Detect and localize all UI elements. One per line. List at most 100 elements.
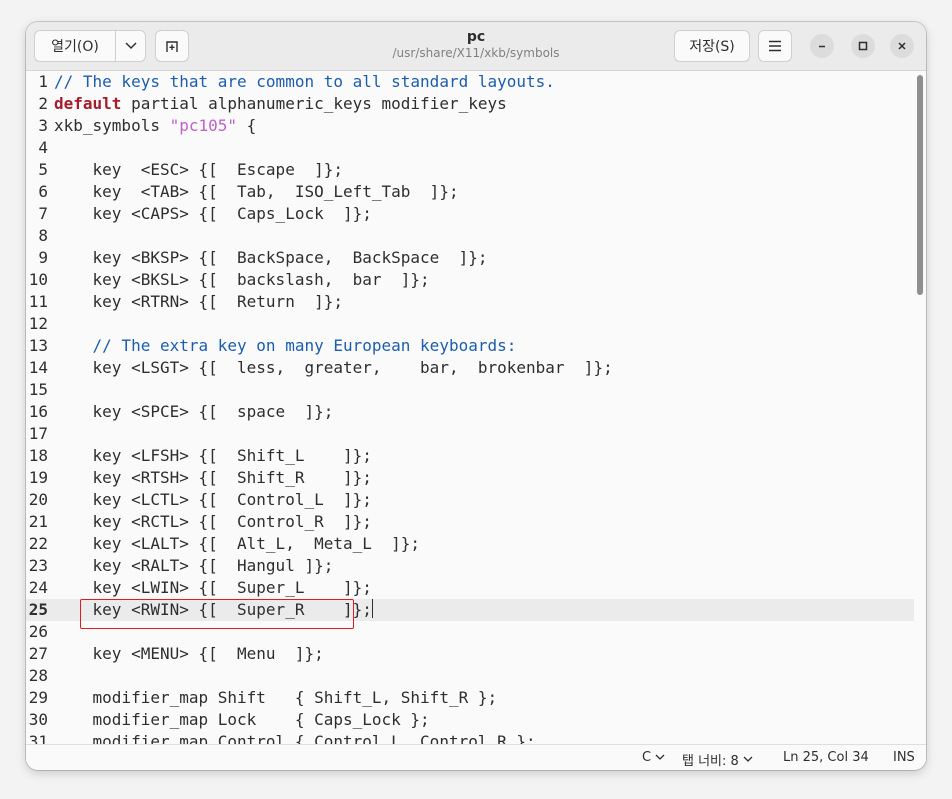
line-number: 31 <box>28 732 48 744</box>
open-button[interactable]: 열기(O) <box>35 31 116 61</box>
line-number: 2 <box>38 94 48 113</box>
language-label: C <box>642 750 652 765</box>
line-number: 13 <box>28 336 48 355</box>
line-number: 3 <box>38 116 48 135</box>
hamburger-menu-icon <box>769 40 781 52</box>
code-line[interactable]: 18 key <LFSH> {[ Shift_L ]}; <box>26 445 914 467</box>
line-number: 9 <box>38 248 48 267</box>
chevron-down-icon <box>743 756 753 762</box>
code-text: key <BKSP> {[ BackSpace, BackSpace ]}; <box>54 248 488 267</box>
code-line[interactable]: 9 key <BKSP> {[ BackSpace, BackSpace ]}; <box>26 247 914 269</box>
close-icon <box>898 42 906 50</box>
line-number: 26 <box>28 622 48 641</box>
new-tab-button[interactable] <box>155 30 189 62</box>
code-text: key <SPCE> {[ space ]}; <box>54 402 334 421</box>
code-line[interactable]: 16 key <SPCE> {[ space ]}; <box>26 401 914 423</box>
code-line[interactable]: 6 key <TAB> {[ Tab, ISO_Left_Tab ]}; <box>26 181 914 203</box>
minimize-button[interactable] <box>810 34 834 58</box>
line-number: 21 <box>28 512 48 531</box>
code-line[interactable]: 8 <box>26 225 914 247</box>
text-editor-window: 열기(O) pc /usr/share/X11/xkb/symbols 저장(S… <box>26 22 926 770</box>
line-number: 18 <box>28 446 48 465</box>
code-text: key <LSGT> {[ less, greater, bar, broken… <box>54 358 613 377</box>
line-number: 24 <box>28 578 48 597</box>
line-number: 25 <box>28 600 48 619</box>
cursor-position-label: Ln 25, Col 34 <box>783 750 869 765</box>
code-text: key <BKSL> {[ backslash, bar ]}; <box>54 270 430 289</box>
code-line[interactable]: 14 key <LSGT> {[ less, greater, bar, bro… <box>26 357 914 379</box>
code-line[interactable]: 7 key <CAPS> {[ Caps_Lock ]}; <box>26 203 914 225</box>
minimize-icon <box>819 45 825 48</box>
line-number: 14 <box>28 358 48 377</box>
maximize-icon <box>858 41 868 51</box>
tab-width-selector[interactable]: 탭 너비: 8 <box>682 750 753 769</box>
insert-mode-label: INS <box>893 750 915 765</box>
line-number: 30 <box>28 710 48 729</box>
code-text: key <RTSH> {[ Shift_R ]}; <box>54 468 372 487</box>
line-number: 10 <box>28 270 48 289</box>
code-line[interactable]: 31 modifier_map Control { Control_L, Con… <box>26 731 914 744</box>
code-line[interactable]: 28 <box>26 665 914 687</box>
code-line[interactable]: 29 modifier_map Shift { Shift_L, Shift_R… <box>26 687 914 709</box>
save-button[interactable]: 저장(S) <box>674 30 750 62</box>
text-cursor <box>371 599 373 618</box>
code-line[interactable]: 17 <box>26 423 914 445</box>
code-line[interactable]: 4 <box>26 137 914 159</box>
status-bar: C 탭 너비: 8 Ln 25, Col 34 INS <box>26 744 926 770</box>
code-line[interactable]: 23 key <RALT> {[ Hangul ]}; <box>26 555 914 577</box>
code-line[interactable]: 24 key <LWIN> {[ Super_L ]}; <box>26 577 914 599</box>
code-text: // The keys that are common to all stand… <box>54 71 555 93</box>
string-token: "pc105" <box>169 116 238 135</box>
window-title-area: pc /usr/share/X11/xkb/symbols <box>326 29 626 61</box>
code-text: key <MENU> {[ Menu ]}; <box>54 644 324 663</box>
maximize-button[interactable] <box>851 34 875 58</box>
code-line[interactable]: 3 xkb_symbols "pc105" { <box>26 115 914 137</box>
open-menu-button[interactable] <box>115 31 147 61</box>
text-view[interactable]: 1 // The keys that are common to all stan… <box>26 71 926 744</box>
code-line[interactable]: 2 default partial alphanumeric_keys modif… <box>26 93 914 115</box>
scrollbar-thumb[interactable] <box>917 75 923 295</box>
code-text: modifier_map Shift { Shift_L, Shift_R }; <box>54 688 498 707</box>
code-text: key <RALT> {[ Hangul ]}; <box>54 556 334 575</box>
main-menu-button[interactable] <box>758 30 792 62</box>
language-selector[interactable]: C <box>642 750 665 765</box>
code-line[interactable]: 15 <box>26 379 914 401</box>
code-text: key <CAPS> {[ Caps_Lock ]}; <box>54 204 372 223</box>
header-bar: 열기(O) pc /usr/share/X11/xkb/symbols 저장(S… <box>26 22 926 71</box>
code-line[interactable]: 5 key <ESC> {[ Escape ]}; <box>26 159 914 181</box>
line-number: 28 <box>28 666 48 685</box>
code-line[interactable]: 27 key <MENU> {[ Menu ]}; <box>26 643 914 665</box>
code-line[interactable]: 10 key <BKSL> {[ backslash, bar ]}; <box>26 269 914 291</box>
open-button-group: 열기(O) <box>34 30 146 62</box>
vertical-scrollbar[interactable] <box>914 71 926 744</box>
code-line[interactable]: 11 key <RTRN> {[ Return ]}; <box>26 291 914 313</box>
line-number: 29 <box>28 688 48 707</box>
insert-mode[interactable]: INS <box>893 750 915 765</box>
code-text: // The extra key on many European keyboa… <box>54 335 517 357</box>
new-tab-icon <box>166 41 178 52</box>
tab-width-label: 탭 너비: 8 <box>682 754 739 769</box>
code-text: key <RCTL> {[ Control_R ]}; <box>54 512 372 531</box>
line-number: 23 <box>28 556 48 575</box>
cursor-position[interactable]: Ln 25, Col 34 <box>783 750 869 765</box>
code-line[interactable]: 21 key <RCTL> {[ Control_R ]}; <box>26 511 914 533</box>
line-number: 5 <box>38 160 48 179</box>
chevron-down-icon <box>655 754 665 760</box>
code-line[interactable]: 1 // The keys that are common to all stan… <box>26 71 914 93</box>
code-text: key <LWIN> {[ Super_L ]}; <box>54 578 372 597</box>
code-text: modifier_map Control { Control_L, Contro… <box>54 732 536 744</box>
code-line[interactable]: 13 // The extra key on many European key… <box>26 335 914 357</box>
close-button[interactable] <box>890 34 914 58</box>
code-text: key <LFSH> {[ Shift_L ]}; <box>54 446 372 465</box>
chevron-down-icon <box>125 42 137 50</box>
line-number: 22 <box>28 534 48 553</box>
code-line[interactable]: 20 key <LCTL> {[ Control_L ]}; <box>26 489 914 511</box>
code-line[interactable]: 12 <box>26 313 914 335</box>
code-text: key <RTRN> {[ Return ]}; <box>54 292 343 311</box>
line-number: 7 <box>38 204 48 223</box>
code-line[interactable]: 22 key <LALT> {[ Alt_L, Meta_L ]}; <box>26 533 914 555</box>
keyword-token: default <box>54 94 122 113</box>
line-number: 20 <box>28 490 48 509</box>
code-line[interactable]: 19 key <RTSH> {[ Shift_R ]}; <box>26 467 914 489</box>
code-line[interactable]: 30 modifier_map Lock { Caps_Lock }; <box>26 709 914 731</box>
